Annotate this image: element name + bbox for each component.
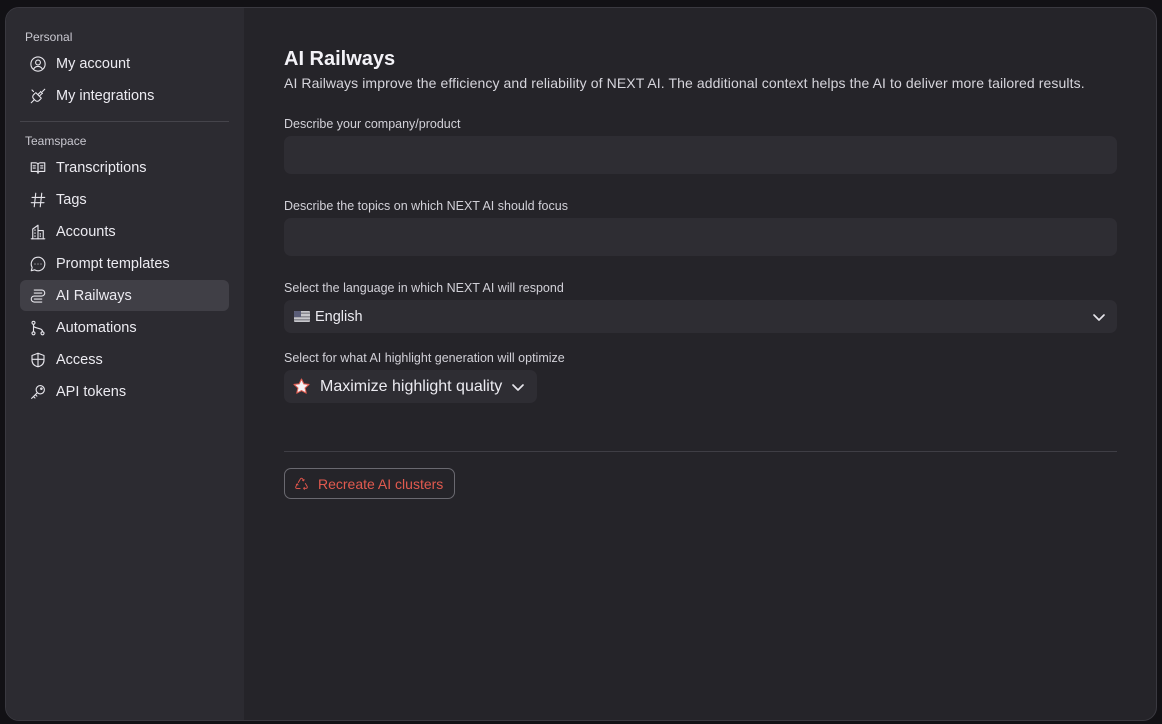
sidebar-item-label: API tokens — [56, 383, 127, 400]
star-icon — [292, 377, 311, 396]
sidebar-item-automations[interactable]: Automations — [20, 312, 229, 343]
sidebar-item-ai-railways[interactable]: AI Railways — [20, 280, 229, 311]
company-field-group: Describe your company/product — [284, 117, 1117, 174]
git-branch-icon — [29, 319, 47, 337]
key-icon — [29, 383, 47, 401]
us-flag-icon — [294, 311, 310, 322]
section-title-teamspace: Teamspace — [25, 134, 87, 148]
user-circle-icon — [29, 55, 47, 73]
route-icon — [29, 287, 47, 305]
settings-window: Personal My account My integrations Team… — [5, 7, 1157, 721]
recycle-icon — [295, 477, 308, 490]
highlight-select-value: Maximize highlight quality — [320, 377, 503, 395]
plug-icon — [29, 87, 47, 105]
language-field-group: Select the language in which NEXT AI wil… — [284, 281, 1117, 333]
focus-topics-input[interactable] — [284, 218, 1117, 256]
page-description: AI Railways improve the efficiency and r… — [284, 75, 1085, 91]
page-title: AI Railways — [284, 48, 396, 70]
sidebar-item-label: Accounts — [56, 223, 116, 240]
settings-content: AI Railways AI Railways improve the effi… — [244, 8, 1156, 720]
chat-bubble-icon — [29, 255, 47, 273]
topics-field-group: Describe the topics on which NEXT AI sho… — [284, 199, 1117, 256]
language-field-label: Select the language in which NEXT AI wil… — [284, 281, 564, 295]
sidebar-item-my-integrations[interactable]: My integrations — [20, 80, 229, 111]
sidebar-item-transcriptions[interactable]: Transcriptions — [20, 152, 229, 183]
highlight-field-label: Select for what AI highlight generation … — [284, 351, 565, 365]
company-product-input[interactable] — [284, 136, 1117, 174]
sidebar-item-label: Automations — [56, 319, 137, 336]
building-icon — [29, 223, 47, 241]
chevron-down-icon — [510, 379, 526, 395]
sidebar-item-prompt-templates[interactable]: Prompt templates — [20, 248, 229, 279]
language-select[interactable]: English — [284, 300, 1117, 333]
sidebar-item-label: Access — [56, 351, 103, 368]
recreate-button-label: Recreate AI clusters — [318, 475, 444, 492]
highlight-field-group: Select for what AI highlight generation … — [284, 351, 1117, 403]
settings-sidebar: Personal My account My integrations Team… — [6, 8, 244, 720]
sidebar-item-label: Transcriptions — [56, 159, 147, 176]
shield-icon — [29, 351, 47, 369]
sidebar-item-label: Prompt templates — [56, 255, 170, 272]
company-field-label: Describe your company/product — [284, 117, 461, 131]
hash-icon — [29, 191, 47, 209]
sidebar-item-label: My account — [56, 55, 131, 72]
section-divider — [284, 451, 1117, 452]
highlight-optimization-select[interactable]: Maximize highlight quality — [284, 370, 538, 403]
sidebar-item-access[interactable]: Access — [20, 344, 229, 375]
language-select-value: English — [315, 308, 363, 325]
sidebar-item-accounts[interactable]: Accounts — [20, 216, 229, 247]
sidebar-item-label: My integrations — [56, 87, 155, 104]
sidebar-item-tags[interactable]: Tags — [20, 184, 229, 215]
sidebar-item-api-tokens[interactable]: API tokens — [20, 376, 229, 407]
sidebar-item-label: Tags — [56, 191, 87, 208]
sidebar-divider — [20, 121, 229, 122]
book-open-icon — [29, 159, 47, 177]
chevron-down-icon — [1091, 309, 1107, 325]
section-title-personal: Personal — [25, 30, 73, 44]
sidebar-item-my-account[interactable]: My account — [20, 48, 229, 79]
sidebar-item-label: AI Railways — [56, 287, 132, 304]
recreate-ai-clusters-button[interactable]: Recreate AI clusters — [284, 468, 456, 499]
topics-field-label: Describe the topics on which NEXT AI sho… — [284, 199, 568, 213]
